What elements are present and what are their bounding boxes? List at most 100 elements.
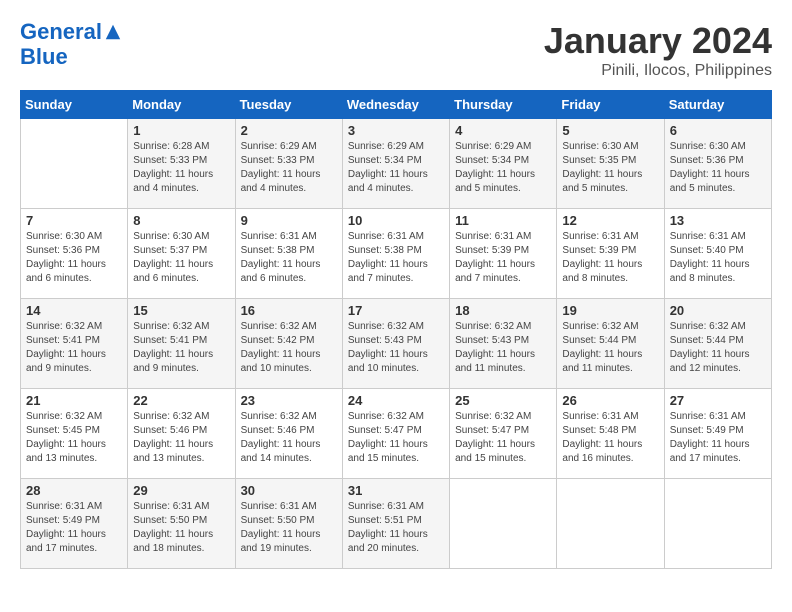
calendar-week-4: 28 Sunrise: 6:31 AMSunset: 5:49 PMDayligh…: [21, 479, 772, 569]
day-number: 10: [348, 213, 444, 228]
calendar-cell: 19Sunrise: 6:32 AMSunset: 5:44 PMDayligh…: [557, 299, 664, 389]
day-number: 22: [133, 393, 229, 408]
day-info: Sunrise: 6:32 AMSunset: 5:41 PMDaylight:…: [133, 320, 229, 376]
calendar-cell: [21, 119, 128, 209]
header-friday: Friday: [557, 91, 664, 119]
day-number: 26: [562, 393, 658, 408]
location: Pinili, Ilocos, Philippines: [544, 62, 772, 80]
calendar-cell: 6 Sunrise: 6:30 AMSunset: 5:36 PMDaylight…: [664, 119, 771, 209]
day-info: Sunrise: 6:31 AMSunset: 5:38 PMDaylight:…: [241, 230, 337, 286]
day-number: 20: [670, 303, 766, 318]
calendar-cell: 23 Sunrise: 6:32 AMSunset: 5:46 PMDayligh…: [235, 389, 342, 479]
day-number: 5: [562, 123, 658, 138]
calendar-cell: 20 Sunrise: 6:32 AMSunset: 5:44 PMDayligh…: [664, 299, 771, 389]
day-number: 14: [26, 303, 122, 318]
logo: General Blue: [20, 20, 122, 70]
title-block: January 2024 Pinili, Ilocos, Philippines: [544, 20, 772, 80]
calendar-cell: 18 Sunrise: 6:32 AMSunset: 5:43 PMDayligh…: [450, 299, 557, 389]
day-info: Sunrise: 6:29 AMSunset: 5:34 PMDaylight:…: [348, 140, 444, 196]
day-info: Sunrise: 6:30 AMSunset: 5:35 PMDaylight:…: [562, 140, 658, 196]
day-number: 8: [133, 213, 229, 228]
day-info: Sunrise: 6:32 AMSunset: 5:43 PMDaylight:…: [455, 320, 551, 376]
calendar-week-1: 7 Sunrise: 6:30 AMSunset: 5:36 PMDaylight…: [21, 209, 772, 299]
calendar-cell: 10 Sunrise: 6:31 AMSunset: 5:38 PMDayligh…: [342, 209, 449, 299]
calendar-cell: 14 Sunrise: 6:32 AMSunset: 5:41 PMDayligh…: [21, 299, 128, 389]
day-number: 29: [133, 483, 229, 498]
logo-general: General: [20, 19, 102, 44]
calendar-cell: 27Sunrise: 6:31 AMSunset: 5:49 PMDayligh…: [664, 389, 771, 479]
calendar-cell: 31Sunrise: 6:31 AMSunset: 5:51 PMDayligh…: [342, 479, 449, 569]
calendar-header-row: SundayMondayTuesdayWednesdayThursdayFrid…: [21, 91, 772, 119]
day-info: Sunrise: 6:30 AMSunset: 5:36 PMDaylight:…: [670, 140, 766, 196]
day-info: Sunrise: 6:31 AMSunset: 5:39 PMDaylight:…: [562, 230, 658, 286]
calendar-cell: 26 Sunrise: 6:31 AMSunset: 5:48 PMDayligh…: [557, 389, 664, 479]
day-info: Sunrise: 6:29 AMSunset: 5:33 PMDaylight:…: [241, 140, 337, 196]
day-number: 7: [26, 213, 122, 228]
day-number: 1: [133, 123, 229, 138]
day-info: Sunrise: 6:29 AMSunset: 5:34 PMDaylight:…: [455, 140, 551, 196]
day-info: Sunrise: 6:28 AMSunset: 5:33 PMDaylight:…: [133, 140, 229, 196]
day-number: 9: [241, 213, 337, 228]
calendar-cell: 21Sunrise: 6:32 AMSunset: 5:45 PMDayligh…: [21, 389, 128, 479]
logo-icon: [104, 23, 122, 41]
calendar-cell: 16 Sunrise: 6:32 AMSunset: 5:42 PMDayligh…: [235, 299, 342, 389]
logo-text: General: [20, 20, 102, 44]
header-wednesday: Wednesday: [342, 91, 449, 119]
day-number: 6: [670, 123, 766, 138]
day-info: Sunrise: 6:31 AMSunset: 5:48 PMDaylight:…: [562, 410, 658, 466]
header-thursday: Thursday: [450, 91, 557, 119]
logo-blue: Blue: [20, 44, 122, 70]
day-number: 28: [26, 483, 122, 498]
header-sunday: Sunday: [21, 91, 128, 119]
calendar-cell: 7 Sunrise: 6:30 AMSunset: 5:36 PMDaylight…: [21, 209, 128, 299]
day-info: Sunrise: 6:32 AMSunset: 5:41 PMDaylight:…: [26, 320, 122, 376]
calendar-cell: 30 Sunrise: 6:31 AMSunset: 5:50 PMDayligh…: [235, 479, 342, 569]
day-info: Sunrise: 6:32 AMSunset: 5:47 PMDaylight:…: [348, 410, 444, 466]
calendar-cell: 1 Sunrise: 6:28 AMSunset: 5:33 PMDaylight…: [128, 119, 235, 209]
day-info: Sunrise: 6:30 AMSunset: 5:36 PMDaylight:…: [26, 230, 122, 286]
day-number: 19: [562, 303, 658, 318]
calendar-week-2: 14 Sunrise: 6:32 AMSunset: 5:41 PMDayligh…: [21, 299, 772, 389]
day-info: Sunrise: 6:30 AMSunset: 5:37 PMDaylight:…: [133, 230, 229, 286]
day-number: 31: [348, 483, 444, 498]
day-info: Sunrise: 6:31 AMSunset: 5:39 PMDaylight:…: [455, 230, 551, 286]
day-info: Sunrise: 6:31 AMSunset: 5:50 PMDaylight:…: [241, 500, 337, 556]
day-info: Sunrise: 6:32 AMSunset: 5:46 PMDaylight:…: [241, 410, 337, 466]
day-info: Sunrise: 6:31 AMSunset: 5:38 PMDaylight:…: [348, 230, 444, 286]
day-number: 30: [241, 483, 337, 498]
day-number: 16: [241, 303, 337, 318]
day-info: Sunrise: 6:31 AMSunset: 5:49 PMDaylight:…: [26, 500, 122, 556]
day-number: 23: [241, 393, 337, 408]
calendar-cell: 13Sunrise: 6:31 AMSunset: 5:40 PMDayligh…: [664, 209, 771, 299]
calendar-cell: 11 Sunrise: 6:31 AMSunset: 5:39 PMDayligh…: [450, 209, 557, 299]
calendar-cell: [557, 479, 664, 569]
header-saturday: Saturday: [664, 91, 771, 119]
day-number: 11: [455, 213, 551, 228]
day-number: 18: [455, 303, 551, 318]
calendar-cell: 28 Sunrise: 6:31 AMSunset: 5:49 PMDayligh…: [21, 479, 128, 569]
day-number: 4: [455, 123, 551, 138]
day-number: 3: [348, 123, 444, 138]
calendar-cell: 2Sunrise: 6:29 AMSunset: 5:33 PMDaylight…: [235, 119, 342, 209]
page-header: General Blue January 2024 Pinili, Ilocos…: [20, 20, 772, 80]
day-info: Sunrise: 6:32 AMSunset: 5:47 PMDaylight:…: [455, 410, 551, 466]
day-number: 25: [455, 393, 551, 408]
day-number: 17: [348, 303, 444, 318]
calendar-cell: [664, 479, 771, 569]
day-info: Sunrise: 6:32 AMSunset: 5:43 PMDaylight:…: [348, 320, 444, 376]
day-info: Sunrise: 6:31 AMSunset: 5:49 PMDaylight:…: [670, 410, 766, 466]
day-number: 21: [26, 393, 122, 408]
day-info: Sunrise: 6:32 AMSunset: 5:42 PMDaylight:…: [241, 320, 337, 376]
calendar-cell: 25 Sunrise: 6:32 AMSunset: 5:47 PMDayligh…: [450, 389, 557, 479]
calendar-cell: 5 Sunrise: 6:30 AMSunset: 5:35 PMDaylight…: [557, 119, 664, 209]
day-info: Sunrise: 6:32 AMSunset: 5:46 PMDaylight:…: [133, 410, 229, 466]
day-number: 24: [348, 393, 444, 408]
calendar-cell: 8 Sunrise: 6:30 AMSunset: 5:37 PMDaylight…: [128, 209, 235, 299]
calendar-week-0: 1 Sunrise: 6:28 AMSunset: 5:33 PMDaylight…: [21, 119, 772, 209]
header-tuesday: Tuesday: [235, 91, 342, 119]
calendar-cell: 17 Sunrise: 6:32 AMSunset: 5:43 PMDayligh…: [342, 299, 449, 389]
calendar-cell: 29Sunrise: 6:31 AMSunset: 5:50 PMDayligh…: [128, 479, 235, 569]
day-info: Sunrise: 6:32 AMSunset: 5:44 PMDaylight:…: [670, 320, 766, 376]
calendar-cell: 15Sunrise: 6:32 AMSunset: 5:41 PMDayligh…: [128, 299, 235, 389]
calendar-cell: 12Sunrise: 6:31 AMSunset: 5:39 PMDayligh…: [557, 209, 664, 299]
